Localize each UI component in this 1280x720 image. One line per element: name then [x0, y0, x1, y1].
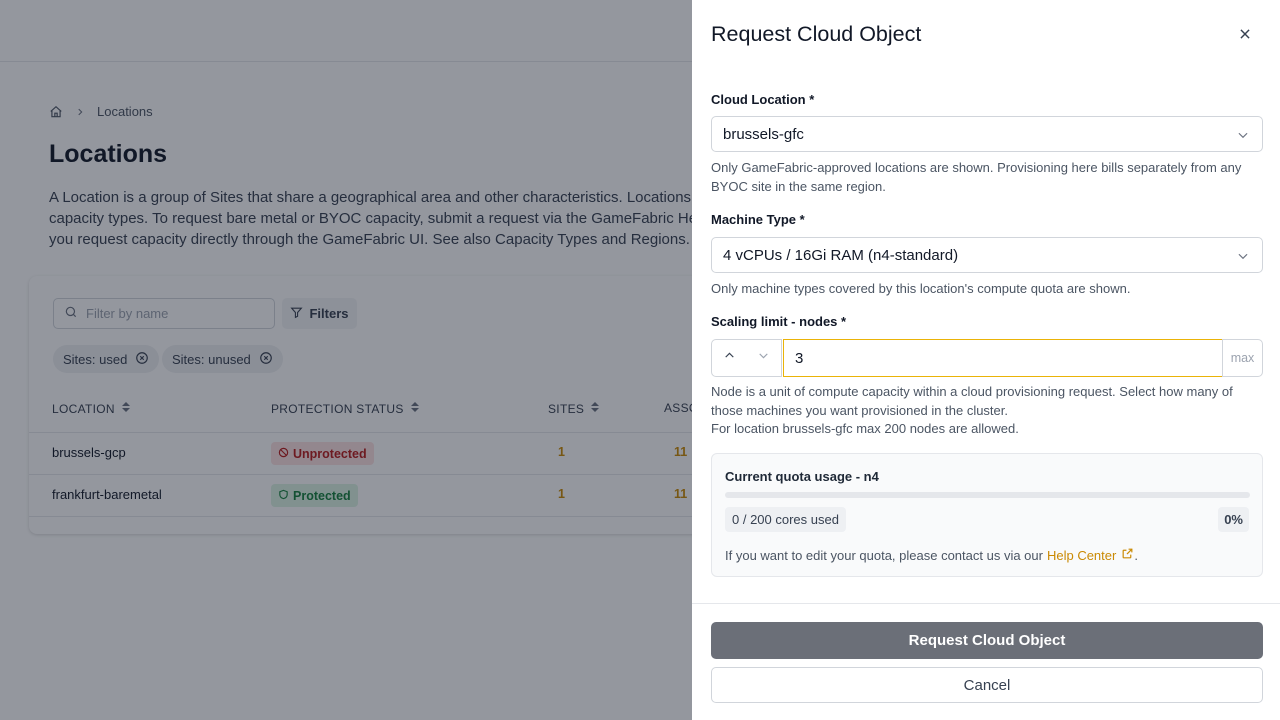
scaling-limit-label: Scaling limit - nodes *: [711, 314, 847, 329]
cancel-button[interactable]: Cancel: [711, 667, 1263, 703]
quota-note: If you want to edit your quota, please c…: [725, 547, 1138, 563]
help-center-label: Help Center: [1046, 547, 1117, 563]
increment-button[interactable]: [711, 339, 747, 377]
quota-usage-card: Current quota usage - n4 0 / 200 cores u…: [711, 453, 1263, 577]
drawer-title: Request Cloud Object: [711, 22, 922, 46]
decrement-button[interactable]: [746, 339, 782, 377]
quota-used-badge: 0 / 200 cores used: [725, 507, 846, 532]
quota-title: Current quota usage - n4: [725, 469, 879, 484]
scaling-hint-line: For location brussels-gfc max 200 nodes …: [711, 421, 1019, 436]
close-button[interactable]: [1234, 25, 1256, 47]
unit-suffix: max: [1222, 339, 1263, 377]
chevron-down-icon: [1236, 128, 1250, 146]
quota-progress-bar: [725, 492, 1250, 498]
quota-note-text: If you want to edit your quota, please c…: [725, 547, 1043, 563]
external-link-icon: [1121, 547, 1134, 563]
machine-type-select[interactable]: 4 vCPUs / 16Gi RAM (n4-standard): [711, 237, 1263, 273]
chevron-up-icon: [723, 349, 736, 367]
quota-percent-badge: 0%: [1218, 507, 1249, 532]
cloud-location-select[interactable]: brussels-gfc: [711, 116, 1263, 152]
request-cloud-object-button[interactable]: Request Cloud Object: [711, 622, 1263, 659]
close-icon: [1238, 27, 1252, 46]
machine-type-label: Machine Type *: [711, 212, 805, 227]
help-center-link[interactable]: Help Center: [1047, 547, 1134, 563]
scaling-limit-input[interactable]: [783, 339, 1223, 377]
request-cloud-object-drawer: Request Cloud Object Cloud Location * br…: [692, 0, 1280, 720]
cloud-location-hint: Only GameFabric-approved locations are s…: [711, 160, 1242, 194]
machine-type-hint: Only machine types covered by this locat…: [711, 281, 1131, 296]
quota-note-end: .: [1134, 547, 1138, 563]
scaling-limit-hint: Node is a unit of compute capacity withi…: [711, 383, 1263, 439]
chevron-down-icon: [1236, 249, 1250, 267]
chevron-down-icon: [757, 349, 770, 367]
machine-type-value: 4 vCPUs / 16Gi RAM (n4-standard): [723, 246, 959, 264]
footer-divider: [692, 603, 1280, 604]
scaling-hint-line: Node is a unit of compute capacity withi…: [711, 384, 1233, 418]
cloud-location-value: brussels-gfc: [723, 125, 804, 143]
scaling-limit-stepper: max: [711, 339, 1263, 377]
cloud-location-label: Cloud Location *: [711, 92, 815, 107]
